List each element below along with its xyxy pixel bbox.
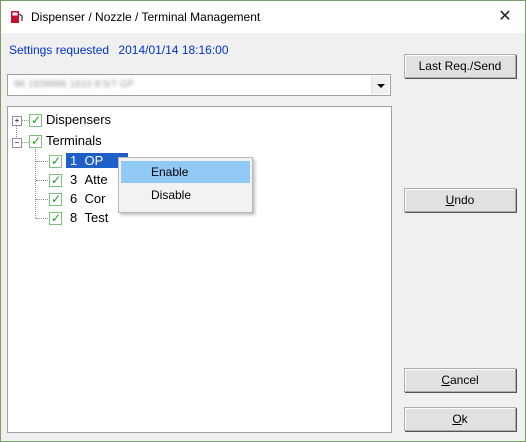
tree-connector (36, 218, 48, 219)
terminal-number: 3 (70, 172, 78, 187)
undo-label: ndo (454, 193, 475, 207)
undo-button[interactable]: Undo (404, 188, 516, 212)
terminal-number: 8 (70, 210, 78, 225)
station-select-value: 96 1839866 1610 8:5/7 GP (14, 79, 135, 90)
dialog-window: Dispenser / Nozzle / Terminal Management… (0, 0, 526, 442)
terminal-checkbox[interactable] (49, 211, 62, 225)
settings-timestamp: 2014/01/14 18:16:00 (118, 43, 229, 57)
ok-mnemonic: O (452, 412, 462, 426)
cancel-button[interactable]: Cancel (404, 368, 516, 392)
tree-view[interactable]: + Dispensers − Terminals 1 OP 3 Atte 6 C… (7, 106, 392, 433)
tree-connector (21, 142, 29, 143)
cancel-mnemonic: C (441, 373, 450, 387)
cancel-label: ancel (449, 373, 479, 387)
collapse-icon[interactable]: − (12, 138, 22, 148)
terminal-checkbox[interactable] (49, 154, 62, 168)
close-icon[interactable]: ✕ (493, 6, 517, 28)
chevron-down-icon[interactable] (371, 76, 389, 94)
tree-item-terminals[interactable]: Terminals (46, 133, 102, 148)
expand-icon[interactable]: + (12, 116, 22, 126)
tree-connector (36, 161, 48, 162)
tree-connector (21, 120, 29, 121)
terminal-checkbox[interactable] (49, 173, 62, 187)
tree-item-terminal[interactable]: 8 Test (70, 210, 108, 225)
station-select[interactable]: 96 1839866 1610 8:5/7 GP (7, 74, 391, 96)
settings-label: Settings requested (9, 43, 110, 57)
terminal-name: Atte (84, 172, 108, 187)
tree-item-dispensers[interactable]: Dispensers (46, 112, 111, 127)
ok-label: k (461, 412, 468, 426)
undo-mnemonic: U (445, 193, 455, 207)
tree-item-terminal[interactable]: 3 Atte (70, 172, 108, 187)
settings-requested-line: Settings requested 2014/01/14 18:16:00 (9, 43, 229, 57)
dispenser-icon (11, 11, 23, 23)
context-menu: Enable Disable (118, 157, 253, 213)
terminal-name: OP (84, 153, 104, 168)
dispensers-checkbox[interactable] (29, 113, 42, 127)
terminal-number: 1 (70, 153, 78, 168)
terminal-number: 6 (70, 191, 78, 206)
terminal-name: Test (84, 210, 109, 225)
tree-connector (36, 199, 48, 200)
menu-item-disable[interactable]: Disable (121, 184, 250, 206)
terminals-checkbox[interactable] (29, 134, 42, 148)
terminal-checkbox[interactable] (49, 192, 62, 206)
last-req-send-button[interactable]: Last Req./Send (404, 54, 516, 78)
window-title: Dispenser / Nozzle / Terminal Management (31, 10, 261, 24)
ok-button[interactable]: Ok (404, 407, 516, 431)
terminal-name: Cor (84, 191, 106, 206)
tree-item-terminal[interactable]: 6 Cor (70, 191, 105, 206)
tree-connector (35, 145, 36, 218)
menu-item-enable[interactable]: Enable (121, 161, 250, 183)
tree-connector (36, 180, 48, 181)
title-bar[interactable]: Dispenser / Nozzle / Terminal Management… (1, 1, 525, 33)
